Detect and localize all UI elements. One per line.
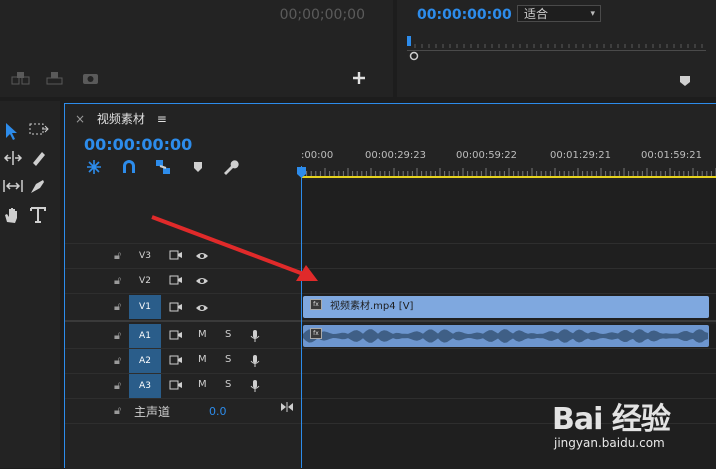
- track-target-v1[interactable]: V1: [129, 295, 161, 319]
- time-ruler[interactable]: [302, 166, 716, 176]
- playhead-line[interactable]: [301, 166, 302, 468]
- sync-lock-icon[interactable]: [169, 379, 183, 394]
- ruler-label: 00:00:29:23: [365, 150, 427, 161]
- mute-button[interactable]: M: [198, 329, 207, 340]
- mute-button[interactable]: M: [198, 379, 207, 390]
- program-monitor-panel: 00:00:00:00 适合 ▾: [397, 0, 716, 97]
- linked-selection-icon[interactable]: [154, 158, 172, 176]
- microphone-icon[interactable]: [250, 329, 260, 346]
- source-monitor-panel: 00;00;00;00: [0, 0, 393, 97]
- close-tab-icon[interactable]: ×: [75, 112, 85, 126]
- sync-lock-icon[interactable]: [169, 354, 183, 369]
- chevron-down-icon: ▾: [590, 9, 595, 19]
- lock-icon[interactable]: 🔓︎: [114, 379, 121, 393]
- program-ruler[interactable]: [407, 34, 706, 48]
- slip-tool-icon[interactable]: [2, 177, 24, 199]
- track-select-tool-icon[interactable]: [28, 121, 50, 143]
- track-lane-v3[interactable]: [302, 244, 716, 268]
- track-target-a2[interactable]: A2: [129, 349, 161, 373]
- playhead-circle-icon[interactable]: [409, 46, 419, 65]
- annotation-arrow: [151, 215, 318, 281]
- mute-button[interactable]: M: [198, 354, 207, 365]
- track-lane-v2[interactable]: [302, 269, 716, 293]
- program-timecode[interactable]: 00:00:00:00: [417, 7, 512, 23]
- export-frame-icon[interactable]: [82, 70, 100, 89]
- eye-icon[interactable]: [195, 302, 209, 316]
- lock-icon[interactable]: 🔓︎: [114, 274, 121, 288]
- razor-tool-icon[interactable]: [28, 149, 50, 171]
- lock-icon[interactable]: 🔓︎: [114, 300, 121, 314]
- add-button-icon[interactable]: [352, 70, 366, 89]
- track-lane-a2[interactable]: [302, 349, 716, 373]
- panel-menu-icon[interactable]: ≡: [157, 112, 167, 126]
- add-marker-icon[interactable]: [189, 158, 207, 176]
- tools-panel: [0, 101, 60, 468]
- lock-icon[interactable]: 🔓︎: [114, 354, 121, 368]
- track-target-a3[interactable]: A3: [129, 374, 161, 398]
- zoom-fit-select[interactable]: 适合 ▾: [517, 5, 601, 22]
- track-row-a2: 🔓︎ A2 M S: [65, 349, 716, 374]
- timeline-settings-wrench-icon[interactable]: [221, 158, 239, 176]
- fx-badge: fx: [310, 299, 322, 310]
- ruler-label: 00:01:29:21: [550, 150, 612, 161]
- solo-button[interactable]: S: [225, 329, 231, 340]
- watermark-brand: Bai 经验: [552, 402, 671, 437]
- playhead-handle-icon[interactable]: [297, 164, 306, 183]
- lock-icon[interactable]: 🔓︎: [114, 329, 121, 343]
- work-area-bar[interactable]: [302, 176, 716, 178]
- overwrite-icon[interactable]: [45, 70, 65, 89]
- fx-badge: fx: [310, 328, 322, 339]
- go-to-end-icon[interactable]: [280, 401, 294, 416]
- program-scrub-bar[interactable]: [407, 50, 706, 51]
- track-lane-v1[interactable]: fx 视频素材.mp4 [V]: [302, 294, 716, 320]
- ruler-label: 00:01:59:21: [641, 150, 703, 161]
- ruler-label: 00:00:59:22: [456, 150, 518, 161]
- type-tool-icon[interactable]: [28, 205, 50, 227]
- nest-sequence-icon[interactable]: [85, 158, 103, 176]
- source-timecode[interactable]: 00;00;00;00: [280, 7, 365, 23]
- track-row-v1: 🔓︎ V1 fx 视频素材.mp4 [V]: [65, 294, 716, 322]
- track-row-a1: 🔓︎ A1 M S fx: [65, 324, 716, 349]
- master-volume-value[interactable]: 0.0: [209, 405, 227, 418]
- insert-icon[interactable]: [11, 70, 31, 89]
- hand-tool-icon[interactable]: [2, 205, 24, 227]
- audio-clip[interactable]: fx: [303, 325, 709, 347]
- track-target-a1[interactable]: A1: [129, 324, 161, 348]
- master-track-label: 主声道: [134, 405, 171, 419]
- sync-lock-icon[interactable]: [169, 329, 183, 344]
- baidu-jingyan-watermark: Bai 经验 jingyan.baidu.com: [548, 386, 716, 468]
- solo-button[interactable]: S: [225, 379, 231, 390]
- selection-tool-icon[interactable]: [2, 121, 24, 143]
- ripple-edit-tool-icon[interactable]: [2, 149, 24, 171]
- sequence-name: 视频素材: [96, 112, 145, 126]
- pen-tool-icon[interactable]: [28, 177, 50, 199]
- audio-waveform: [303, 329, 708, 343]
- solo-button[interactable]: S: [225, 354, 231, 365]
- zoom-fit-value: 适合: [524, 7, 549, 21]
- microphone-icon[interactable]: [250, 354, 260, 371]
- sequence-timecode[interactable]: 00:00:00:00: [84, 135, 192, 154]
- ruler-label: :00:00: [301, 150, 334, 161]
- marker-icon[interactable]: [679, 72, 691, 91]
- lock-icon[interactable]: 🔓︎: [114, 249, 121, 263]
- sync-lock-icon[interactable]: [169, 301, 183, 316]
- snap-magnet-icon[interactable]: [120, 158, 138, 176]
- lock-icon[interactable]: 🔓︎: [114, 404, 121, 418]
- video-clip[interactable]: fx 视频素材.mp4 [V]: [303, 296, 709, 318]
- watermark-url: jingyan.baidu.com: [554, 436, 665, 450]
- sequence-tab[interactable]: × 视频素材 ≡: [75, 110, 167, 127]
- microphone-icon[interactable]: [250, 379, 260, 396]
- track-lane-a1[interactable]: fx: [302, 324, 716, 348]
- video-clip-label: 视频素材.mp4 [V]: [330, 301, 414, 312]
